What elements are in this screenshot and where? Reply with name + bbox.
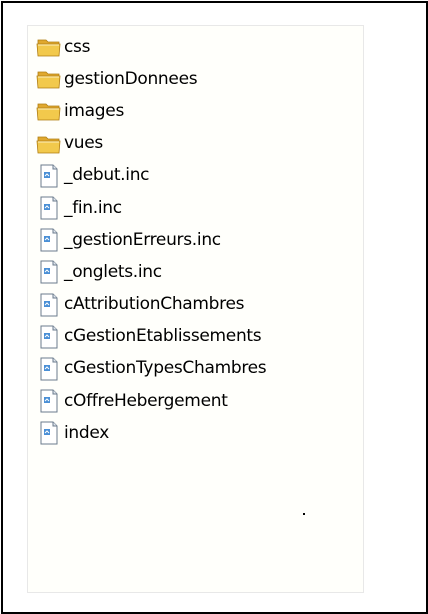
file-icon [36,292,62,318]
file-icon [36,163,62,189]
folder-icon [36,131,62,157]
folder-icon [36,34,62,60]
list-item-fin-inc[interactable]: _fin.inc [36,192,266,224]
list-item-onglets-inc[interactable]: _onglets.inc [36,256,266,288]
list-item-cgestionetablissements[interactable]: cGestionEtablissements [36,321,266,353]
list-item-vues[interactable]: vues [36,128,266,160]
list-item-css[interactable]: css [36,31,266,63]
list-item-coffrehebergement[interactable]: cOffreHebergement [36,385,266,417]
item-label: images [64,100,125,121]
item-label: cAttributionChambres [64,294,245,315]
stray-dot [303,513,305,515]
folder-icon [36,66,62,92]
file-list: css gestionDonnees images vues _debut.in… [36,31,267,449]
item-label: _fin.inc [64,197,122,218]
file-icon [36,227,62,253]
list-item-gestiondonnees[interactable]: gestionDonnees [36,63,266,95]
item-label: cGestionTypesChambres [64,358,267,379]
list-item-cgestiontypeschambres[interactable]: cGestionTypesChambres [36,353,267,385]
screenshot-frame: css gestionDonnees images vues _debut.in… [1,1,428,614]
folder-icon [36,98,62,124]
file-icon [36,324,62,350]
item-label: _gestionErreurs.inc [64,229,221,250]
list-item-gestionerreurs-inc[interactable]: _gestionErreurs.inc [36,224,266,256]
item-label: css [64,36,91,57]
item-label: vues [64,133,103,154]
list-item-images[interactable]: images [36,95,266,127]
item-label: gestionDonnees [64,68,198,89]
item-label: cOffreHebergement [64,390,228,411]
file-icon [36,356,62,382]
file-icon [36,195,62,221]
item-label: _debut.inc [64,165,150,186]
file-list-panel: css gestionDonnees images vues _debut.in… [27,25,364,593]
list-item-index[interactable]: index [36,417,266,449]
list-item-cattributionchambres[interactable]: cAttributionChambres [36,289,266,321]
list-item-debut-inc[interactable]: _debut.inc [36,160,266,192]
item-label: cGestionEtablissements [64,326,262,347]
file-icon [36,259,62,285]
item-label: _onglets.inc [64,261,162,282]
file-icon [36,420,62,446]
item-label: index [64,422,110,443]
file-icon [36,388,62,414]
